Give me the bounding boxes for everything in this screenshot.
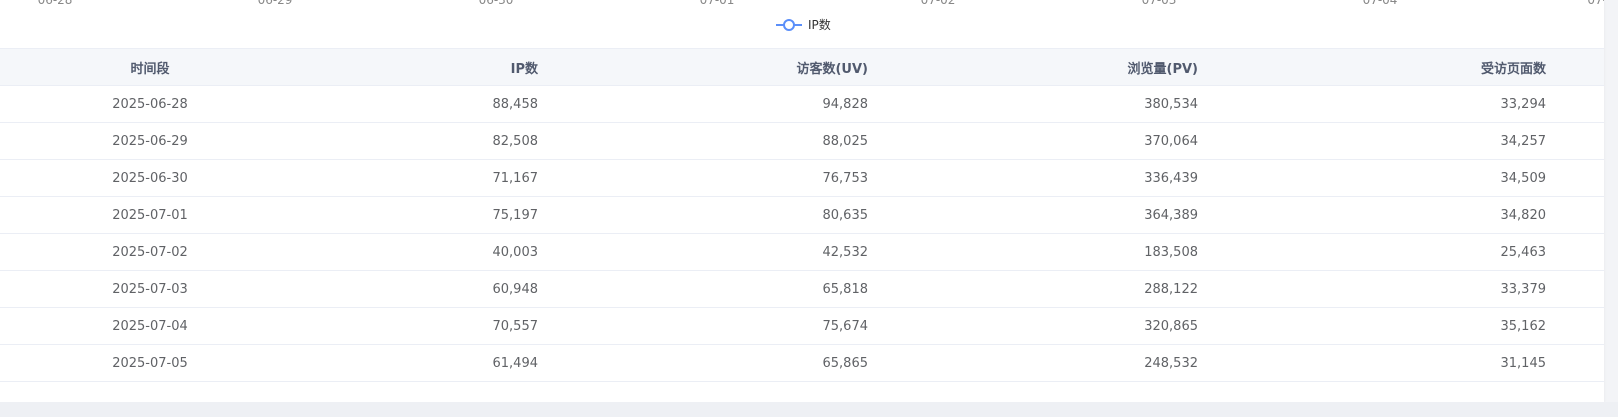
x-tick-label: 06-28 xyxy=(37,0,73,7)
chart-legend-item[interactable]: IP数 xyxy=(776,16,831,33)
table-row[interactable]: 2025-06-29 82,508 88,025 370,064 34,257 xyxy=(0,122,1604,160)
cell-pv: 320,865 xyxy=(880,307,1210,345)
column-header-pv[interactable]: 浏览量(PV) xyxy=(880,48,1210,86)
cell-period: 2025-07-01 xyxy=(0,196,300,234)
x-tick-label: 06-29 xyxy=(257,0,293,7)
cell-ip: 40,003 xyxy=(300,233,550,271)
stats-card: 06-28 06-29 06-30 07-01 07-02 07-03 07-0… xyxy=(0,0,1604,402)
cell-spacer xyxy=(1558,270,1604,308)
table-row[interactable]: 2025-06-30 71,167 76,753 336,439 34,509 xyxy=(0,159,1604,197)
cell-pages: 34,509 xyxy=(1210,159,1558,197)
cell-ip: 70,557 xyxy=(300,307,550,345)
table-row[interactable]: 2025-07-02 40,003 42,532 183,508 25,463 xyxy=(0,233,1604,271)
cell-uv: 76,753 xyxy=(550,159,880,197)
legend-line-circle-icon xyxy=(776,18,802,31)
cell-pv: 248,532 xyxy=(880,344,1210,382)
cell-spacer xyxy=(1558,344,1604,382)
cell-period: 2025-07-02 xyxy=(0,233,300,271)
cell-pages: 34,257 xyxy=(1210,122,1558,160)
table-row[interactable]: 2025-07-01 75,197 80,635 364,389 34,820 xyxy=(0,196,1604,234)
cell-pv: 380,534 xyxy=(880,85,1210,123)
cell-ip: 75,197 xyxy=(300,196,550,234)
cell-pages: 31,145 xyxy=(1210,344,1558,382)
cell-period: 2025-06-30 xyxy=(0,159,300,197)
chart-x-axis: 06-28 06-29 06-30 07-01 07-02 07-03 07-0… xyxy=(0,0,1604,12)
cell-pages: 33,294 xyxy=(1210,85,1558,123)
table-row[interactable]: 2025-07-04 70,557 75,674 320,865 35,162 xyxy=(0,307,1604,345)
cell-spacer xyxy=(1558,307,1604,345)
x-tick-label: 07-0 xyxy=(1587,0,1604,7)
cell-pv: 370,064 xyxy=(880,122,1210,160)
cell-spacer xyxy=(1558,85,1604,123)
cell-pages: 33,379 xyxy=(1210,270,1558,308)
cell-ip: 71,167 xyxy=(300,159,550,197)
cell-ip: 88,458 xyxy=(300,85,550,123)
cell-pv: 183,508 xyxy=(880,233,1210,271)
table-header-row: 时间段 IP数 访客数(UV) 浏览量(PV) 受访页面数 xyxy=(0,48,1604,86)
cell-ip: 82,508 xyxy=(300,122,550,160)
cell-uv: 65,818 xyxy=(550,270,880,308)
cell-period: 2025-07-05 xyxy=(0,344,300,382)
page-footer-area xyxy=(0,402,1618,417)
cell-pv: 336,439 xyxy=(880,159,1210,197)
cell-uv: 42,532 xyxy=(550,233,880,271)
table-row[interactable]: 2025-07-05 61,494 65,865 248,532 31,145 xyxy=(0,344,1604,382)
cell-period: 2025-06-28 xyxy=(0,85,300,123)
cell-spacer xyxy=(1558,159,1604,197)
column-header-spacer xyxy=(1558,48,1604,86)
cell-period: 2025-06-29 xyxy=(0,122,300,160)
cell-uv: 80,635 xyxy=(550,196,880,234)
cell-spacer xyxy=(1558,233,1604,271)
cell-pages: 35,162 xyxy=(1210,307,1558,345)
table-row[interactable]: 2025-06-28 88,458 94,828 380,534 33,294 xyxy=(0,85,1604,123)
cell-spacer xyxy=(1558,122,1604,160)
column-header-pages[interactable]: 受访页面数 xyxy=(1210,48,1558,86)
x-tick-label: 07-03 xyxy=(1141,0,1177,7)
x-tick-label: 07-02 xyxy=(920,0,956,7)
cell-period: 2025-07-03 xyxy=(0,270,300,308)
stats-table-wrapper: 时间段 IP数 访客数(UV) 浏览量(PV) 受访页面数 2025-06-28… xyxy=(0,48,1604,382)
legend-label: IP数 xyxy=(808,18,831,32)
cell-pages: 34,820 xyxy=(1210,196,1558,234)
cell-pv: 364,389 xyxy=(880,196,1210,234)
cell-pv: 288,122 xyxy=(880,270,1210,308)
table-row[interactable]: 2025-07-03 60,948 65,818 288,122 33,379 xyxy=(0,270,1604,308)
cell-ip: 61,494 xyxy=(300,344,550,382)
x-tick-label: 07-04 xyxy=(1362,0,1398,7)
cell-pages: 25,463 xyxy=(1210,233,1558,271)
cell-uv: 88,025 xyxy=(550,122,880,160)
cell-uv: 65,865 xyxy=(550,344,880,382)
cell-uv: 94,828 xyxy=(550,85,880,123)
cell-period: 2025-07-04 xyxy=(0,307,300,345)
cell-uv: 75,674 xyxy=(550,307,880,345)
column-header-period[interactable]: 时间段 xyxy=(0,48,300,86)
cell-ip: 60,948 xyxy=(300,270,550,308)
column-header-ip[interactable]: IP数 xyxy=(300,48,550,86)
stats-table: 时间段 IP数 访客数(UV) 浏览量(PV) 受访页面数 2025-06-28… xyxy=(0,48,1604,382)
column-header-uv[interactable]: 访客数(UV) xyxy=(550,48,880,86)
cell-spacer xyxy=(1558,196,1604,234)
x-tick-label: 07-01 xyxy=(699,0,735,7)
x-tick-label: 06-30 xyxy=(478,0,514,7)
